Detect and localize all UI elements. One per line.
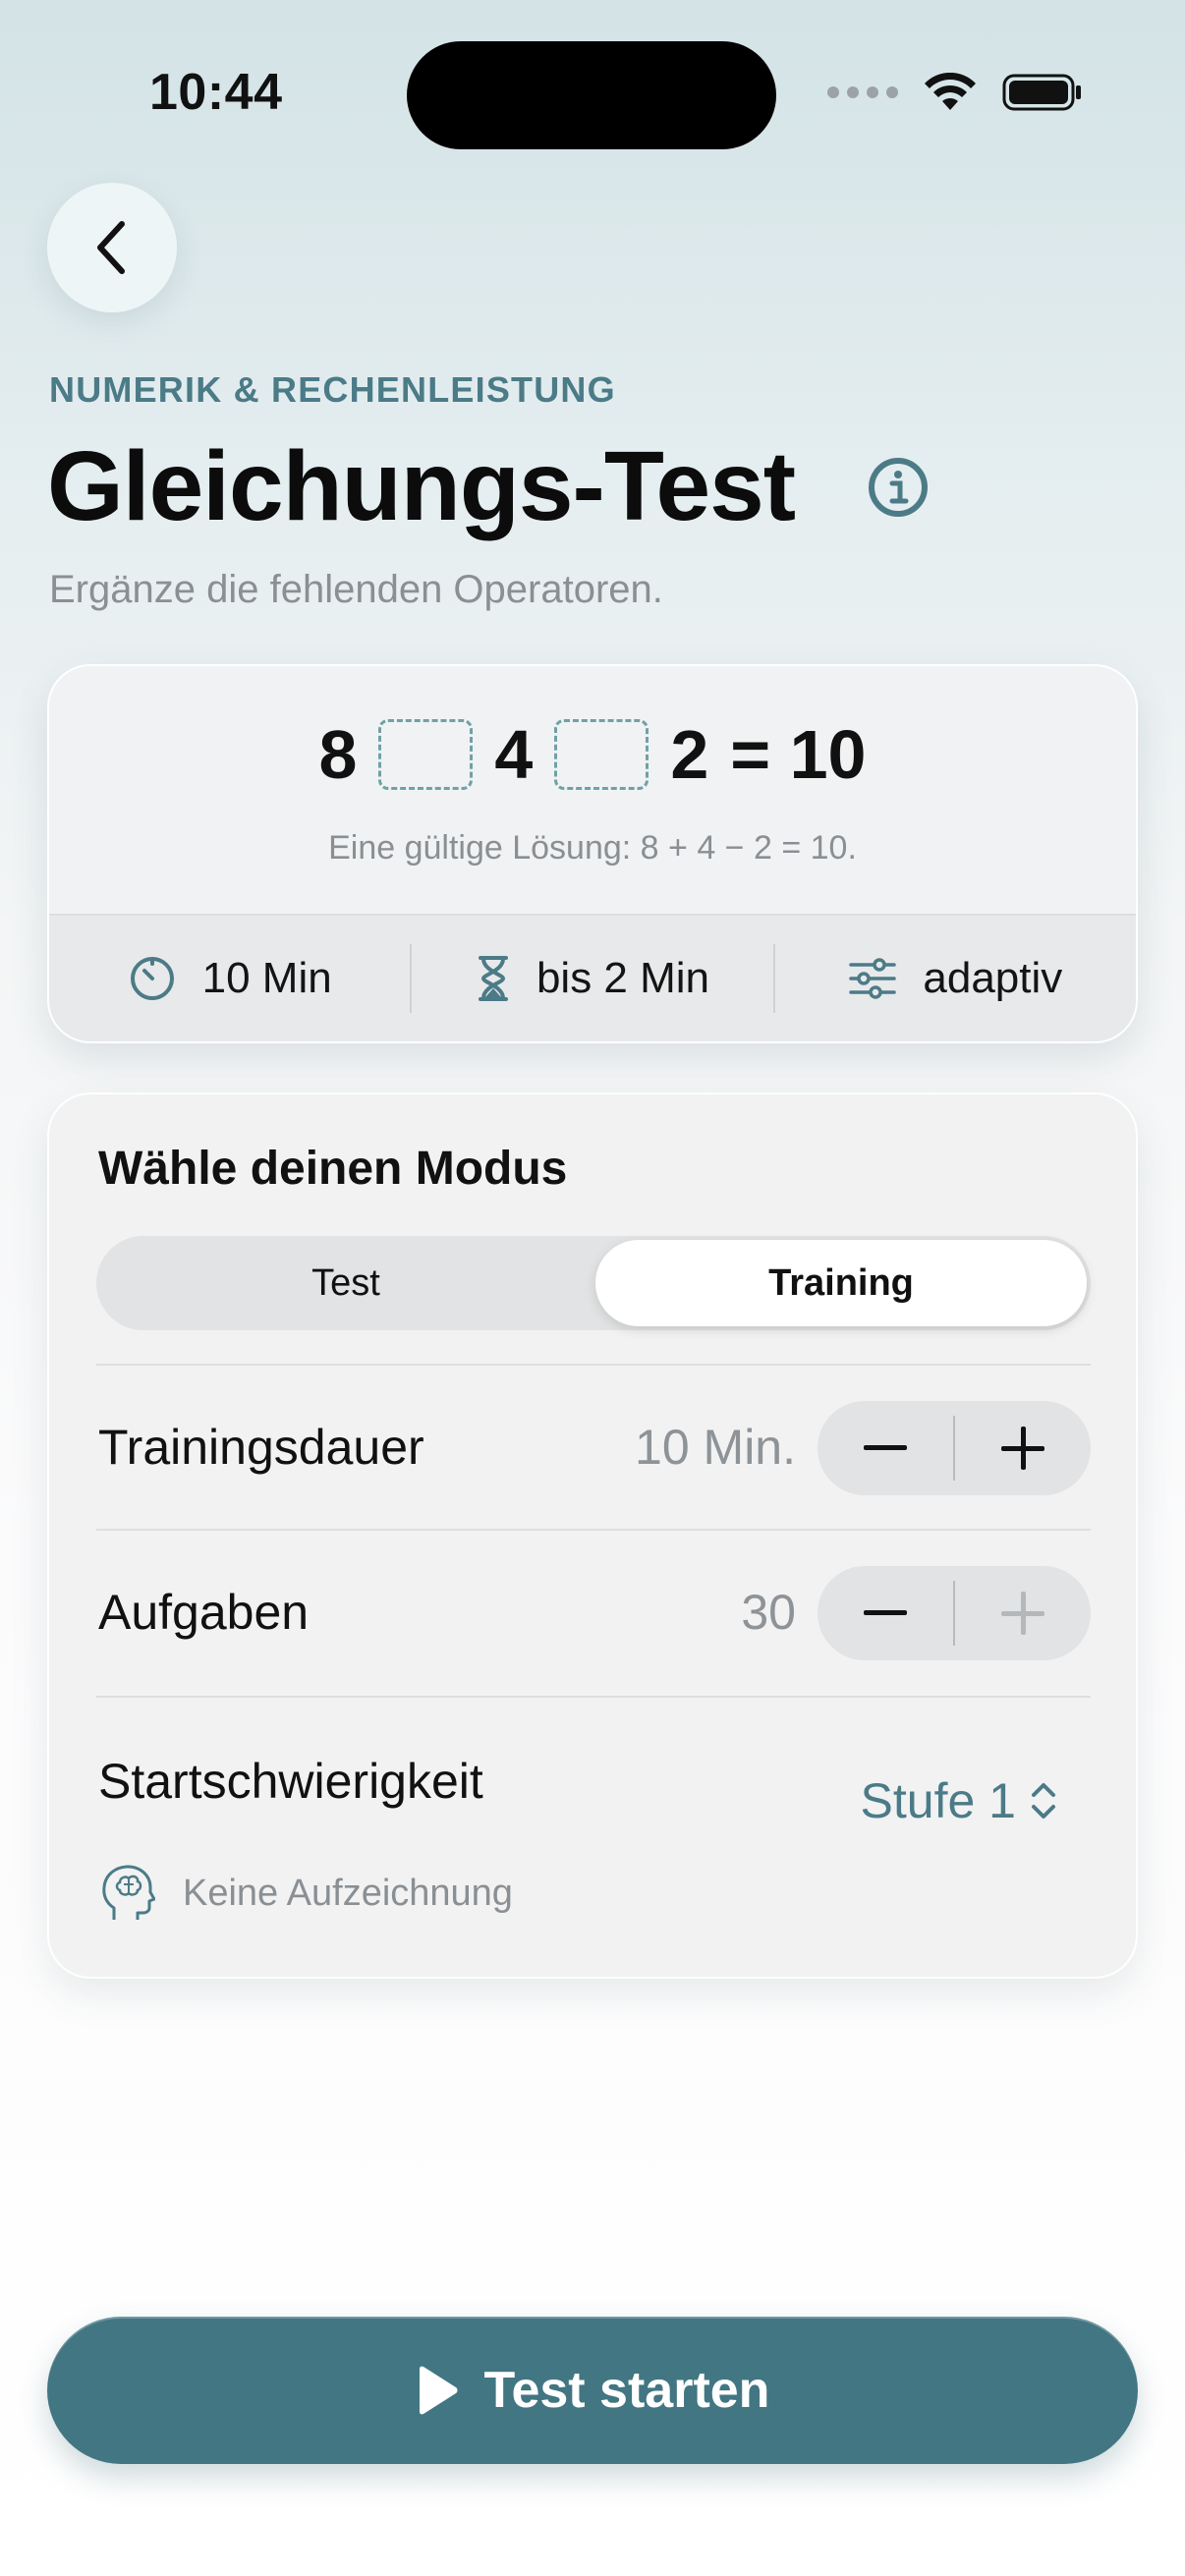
- cellular-signal-icon: [827, 86, 898, 98]
- back-button[interactable]: [47, 183, 177, 312]
- mode-segmented-control: Test Training: [96, 1236, 1091, 1330]
- status-time: 10:44: [149, 64, 283, 121]
- decrement-button[interactable]: [818, 1566, 953, 1660]
- start-test-label: Test starten: [483, 2362, 770, 2419]
- brain-head-icon: [102, 1865, 155, 1920]
- meta-difficulty: adaptiv: [775, 954, 1136, 1003]
- category-label: NUMERIK & RECHENLEISTUNG: [49, 369, 616, 410]
- mode-option-test[interactable]: Test: [100, 1240, 592, 1326]
- equation-result: = 10: [730, 716, 867, 793]
- minus-icon: [864, 1610, 907, 1615]
- recording-note: Keine Aufzeichnung: [100, 1863, 513, 1924]
- increment-button-disabled[interactable]: [955, 1566, 1091, 1660]
- decrement-button[interactable]: [818, 1401, 953, 1495]
- chevron-up-down-icon: [1032, 1783, 1055, 1819]
- meta-difficulty-label: adaptiv: [923, 954, 1063, 1002]
- plus-icon: [1001, 1427, 1044, 1470]
- minus-icon: [864, 1445, 907, 1450]
- start-difficulty-picker[interactable]: Stufe 1: [861, 1772, 1057, 1829]
- example-equation: 8 4 2 = 10: [49, 715, 1136, 794]
- dynamic-island: [407, 41, 776, 149]
- tasks-stepper: [818, 1566, 1091, 1660]
- example-card: 8 4 2 = 10 Eine gültige Lösung: 8 + 4 − …: [47, 664, 1138, 1043]
- meta-duration: 10 Min: [49, 954, 410, 1003]
- equation-number: 2: [670, 716, 709, 793]
- start-difficulty-label: Startschwierigkeit: [98, 1754, 483, 1809]
- start-difficulty-value: Stufe 1: [860, 1773, 1016, 1828]
- mode-title: Wähle deinen Modus: [98, 1143, 568, 1195]
- example-hint: Eine gültige Lösung: 8 + 4 − 2 = 10.: [328, 829, 857, 867]
- mode-card: Wähle deinen Modus Test Training Trainin…: [47, 1092, 1138, 1979]
- training-duration-stepper: [818, 1401, 1091, 1495]
- hourglass-icon: [478, 956, 508, 1001]
- timer-icon: [130, 957, 174, 1000]
- tasks-value: 30: [741, 1585, 796, 1640]
- status-icons: [827, 73, 1083, 112]
- recording-note-text: Keine Aufzeichnung: [183, 1872, 513, 1914]
- mode-option-training[interactable]: Training: [595, 1240, 1087, 1326]
- meta-time-per-task: bis 2 Min: [412, 954, 772, 1003]
- battery-icon: [1002, 73, 1083, 112]
- training-duration-label: Trainingsdauer: [98, 1420, 424, 1475]
- play-icon: [419, 2366, 458, 2415]
- plus-icon: [1001, 1592, 1044, 1635]
- wifi-icon: [924, 73, 977, 112]
- page-title: Gleichungs-Test: [47, 431, 796, 541]
- meta-duration-label: 10 Min: [201, 954, 332, 1002]
- test-meta-row: 10 Min bis 2 Min adaptiv: [49, 914, 1136, 1041]
- tasks-label: Aufgaben: [98, 1585, 310, 1640]
- operator-slot: [378, 719, 474, 790]
- chevron-left-icon: [97, 221, 125, 274]
- info-icon[interactable]: [867, 456, 930, 524]
- operator-slot: [554, 719, 649, 790]
- meta-time-per-task-label: bis 2 Min: [536, 954, 710, 1002]
- row-divider: [96, 1364, 1091, 1366]
- row-divider: [96, 1529, 1091, 1531]
- increment-button[interactable]: [955, 1401, 1091, 1495]
- row-divider: [96, 1696, 1091, 1698]
- equation-number: 8: [318, 716, 358, 793]
- sliders-icon: [849, 958, 897, 999]
- page-subtitle: Ergänze die fehlenden Operatoren.: [49, 568, 663, 611]
- training-duration-value: 10 Min.: [635, 1420, 796, 1475]
- equation-number: 4: [494, 716, 534, 793]
- start-test-button[interactable]: Test starten: [47, 2317, 1138, 2464]
